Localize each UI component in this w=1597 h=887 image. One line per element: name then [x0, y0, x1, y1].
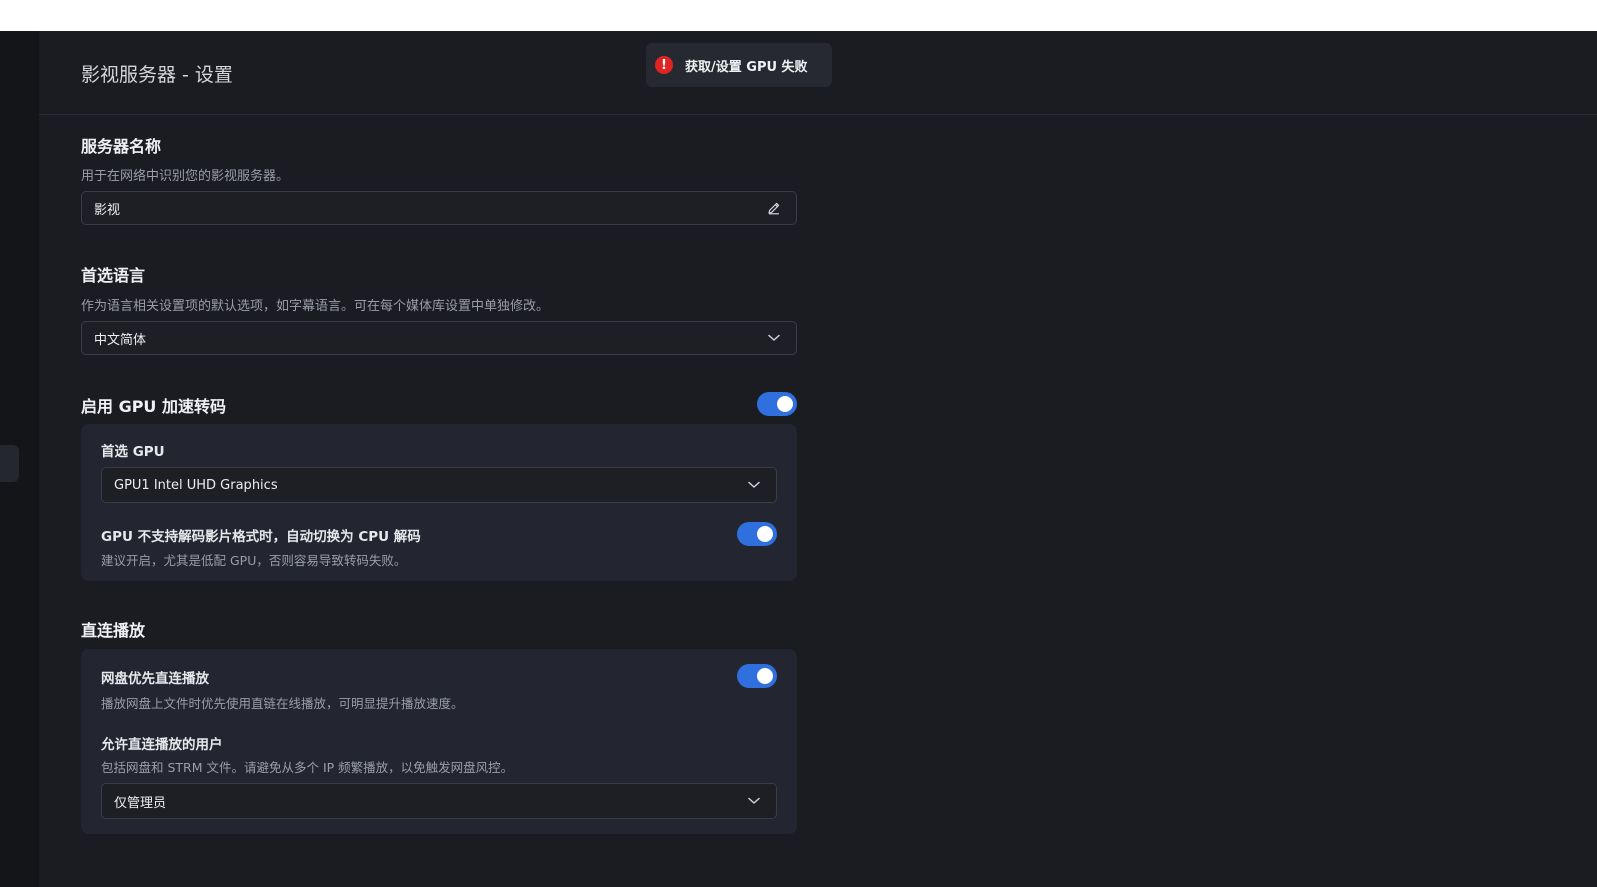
server-name-title: 服务器名称 [81, 137, 162, 156]
language-description: 作为语言相关设置项的默认选项，如字幕语言。可在每个媒体库设置中单独修改。 [81, 299, 550, 314]
allowed-users-description: 包括网盘和 STRM 文件。请避免从多个 IP 频繁播放，以免触发网盘风控。 [101, 760, 514, 775]
gpu-settings-card: 首选 GPU GPU1 Intel UHD Graphics GPU 不支持解码… [81, 424, 797, 581]
edit-pencil-icon[interactable] [766, 200, 782, 216]
gpu-acceleration-toggle[interactable] [757, 392, 797, 416]
server-name-description: 用于在网络中识别您的影视服务器。 [81, 169, 290, 184]
toast-message: 获取/设置 GPU 失败 [685, 59, 808, 75]
toggle-knob [777, 396, 793, 412]
allowed-users-label: 允许直连播放的用户 [101, 737, 223, 753]
chevron-down-icon [746, 477, 762, 493]
netdisk-direct-label: 网盘优先直连播放 [101, 671, 209, 687]
preferred-gpu-value: GPU1 Intel UHD Graphics [114, 477, 278, 493]
netdisk-direct-description: 播放网盘上文件时优先使用直链在线播放，可明显提升播放速度。 [101, 696, 464, 711]
preferred-gpu-label: 首选 GPU [101, 444, 165, 460]
toggle-knob [757, 668, 773, 684]
left-sidebar [0, 31, 39, 887]
toggle-knob [757, 526, 773, 542]
direct-play-card: 网盘优先直连播放 播放网盘上文件时优先使用直链在线播放，可明显提升播放速度。 允… [81, 649, 797, 834]
netdisk-direct-toggle[interactable] [737, 664, 777, 688]
error-toast: ! 获取/设置 GPU 失败 [646, 43, 832, 87]
server-name-field[interactable]: 影视 [81, 191, 797, 225]
allowed-users-select[interactable]: 仅管理员 [101, 783, 777, 819]
allowed-users-value: 仅管理员 [114, 795, 167, 811]
cpu-fallback-toggle[interactable] [737, 522, 777, 546]
page-title: 影视服务器 - 设置 [81, 64, 233, 86]
page-header: 影视服务器 - 设置 ! 获取/设置 GPU 失败 [39, 31, 1597, 115]
cpu-fallback-description: 建议开启，尤其是低配 GPU，否则容易导致转码失败。 [101, 553, 407, 568]
gpu-title: 启用 GPU 加速转码 [81, 397, 226, 416]
sidebar-tab[interactable] [0, 445, 19, 482]
language-select[interactable]: 中文简体 [81, 321, 797, 355]
server-name-value: 影视 [94, 202, 121, 218]
chevron-down-icon [746, 793, 762, 809]
chevron-down-icon [766, 330, 782, 346]
direct-play-title: 直连播放 [81, 621, 146, 640]
language-selected: 中文简体 [94, 332, 147, 348]
error-icon: ! [655, 56, 673, 74]
preferred-gpu-select[interactable]: GPU1 Intel UHD Graphics [101, 467, 777, 503]
top-strip [0, 0, 1597, 31]
language-title: 首选语言 [81, 266, 146, 285]
cpu-fallback-label: GPU 不支持解码影片格式时，自动切换为 CPU 解码 [101, 529, 421, 545]
settings-main: 影视服务器 - 设置 ! 获取/设置 GPU 失败 服务器名称 用于在网络中识别… [39, 31, 1597, 887]
